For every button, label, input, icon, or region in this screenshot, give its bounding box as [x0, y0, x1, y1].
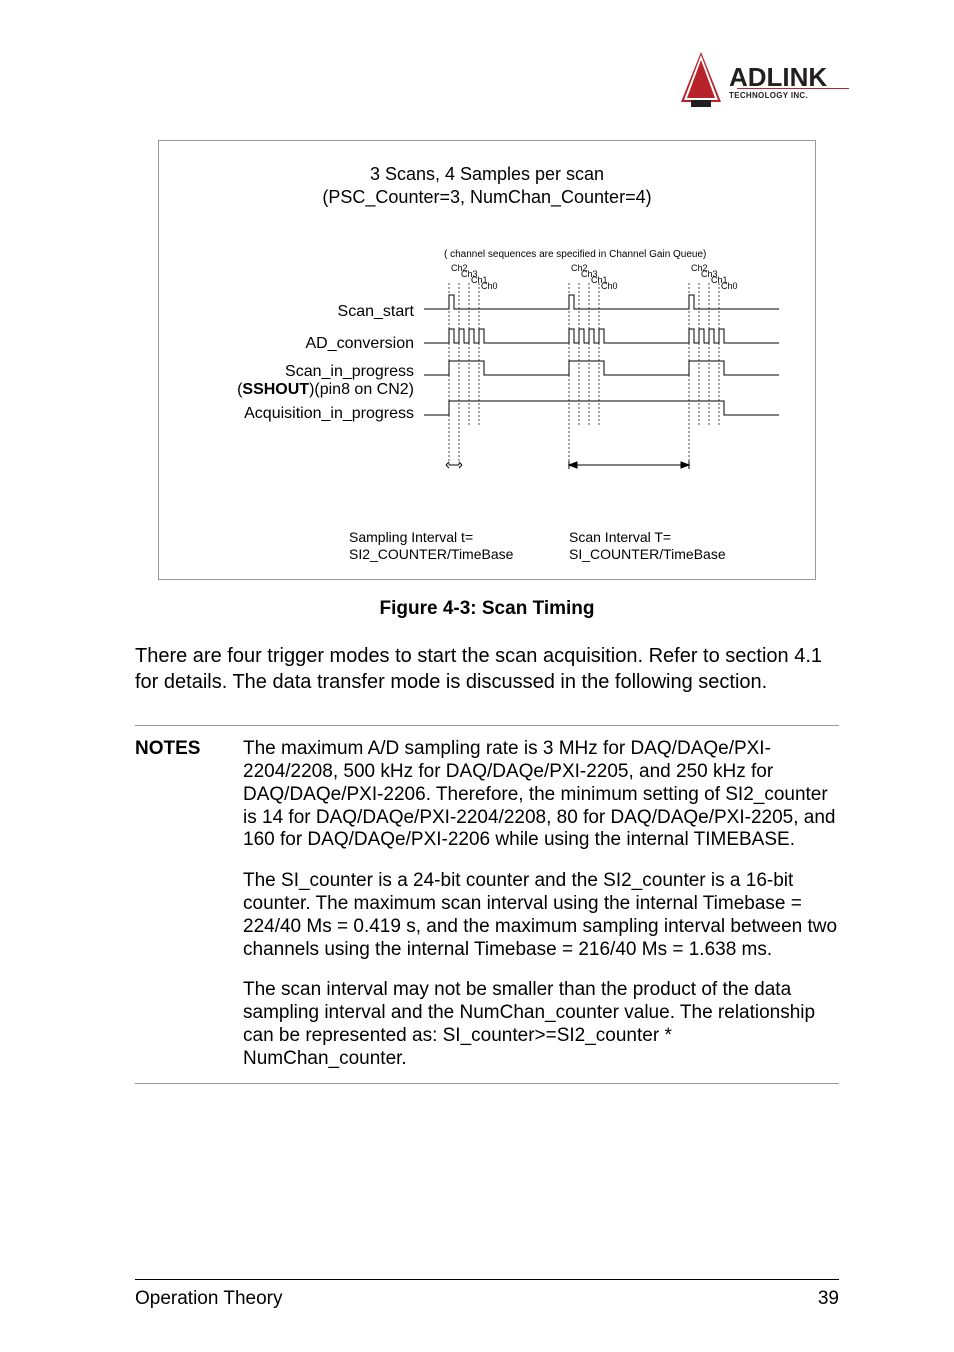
svg-text:ADLINK: ADLINK: [729, 62, 827, 92]
page-footer: Operation Theory 39: [135, 1279, 839, 1310]
body-paragraph: There are four trigger modes to start th…: [135, 644, 839, 695]
scan-interval-label: Scan Interval T= SI_COUNTER/TimeBase: [569, 529, 726, 563]
notes-p3: The scan interval may not be smaller tha…: [243, 979, 839, 1070]
adlink-logo: ADLINK TECHNOLOGY INC.: [681, 52, 859, 114]
sampling-interval-label: Sampling Interval t= SI2_COUNTER/TimeBas…: [349, 529, 513, 563]
figure-title: 3 Scans, 4 Samples per scan (PSC_Counter…: [159, 163, 815, 210]
label-ad-conversion: AD_conversion: [159, 335, 414, 353]
notes-block: NOTES The maximum A/D sampling rate is 3…: [135, 725, 839, 1083]
svg-text:TECHNOLOGY INC.: TECHNOLOGY INC.: [729, 91, 808, 100]
notes-body: The maximum A/D sampling rate is 3 MHz f…: [243, 738, 839, 1070]
footer-section: Operation Theory: [135, 1288, 283, 1310]
label-scan-start: Scan_start: [159, 303, 414, 321]
notes-p1: The maximum A/D sampling rate is 3 MHz f…: [243, 738, 839, 852]
label-scan-in-progress: Scan_in_progress (SSHOUT)(pin8 on CN2): [159, 363, 414, 398]
footer-page-number: 39: [818, 1288, 839, 1310]
figure-title-line2: (PSC_Counter=3, NumChan_Counter=4): [159, 186, 815, 209]
figure-scan-timing: 3 Scans, 4 Samples per scan (PSC_Counter…: [158, 140, 816, 580]
notes-label: NOTES: [135, 738, 225, 1070]
label-acquisition: Acquisition_in_progress: [159, 405, 414, 423]
figure-caption: Figure 4-3: Scan Timing: [135, 598, 839, 620]
figure-title-line1: 3 Scans, 4 Samples per scan: [159, 163, 815, 186]
notes-p2: The SI_counter is a 24-bit counter and t…: [243, 870, 839, 961]
channel-sequence-note: ( channel sequences are specified in Cha…: [444, 249, 706, 260]
